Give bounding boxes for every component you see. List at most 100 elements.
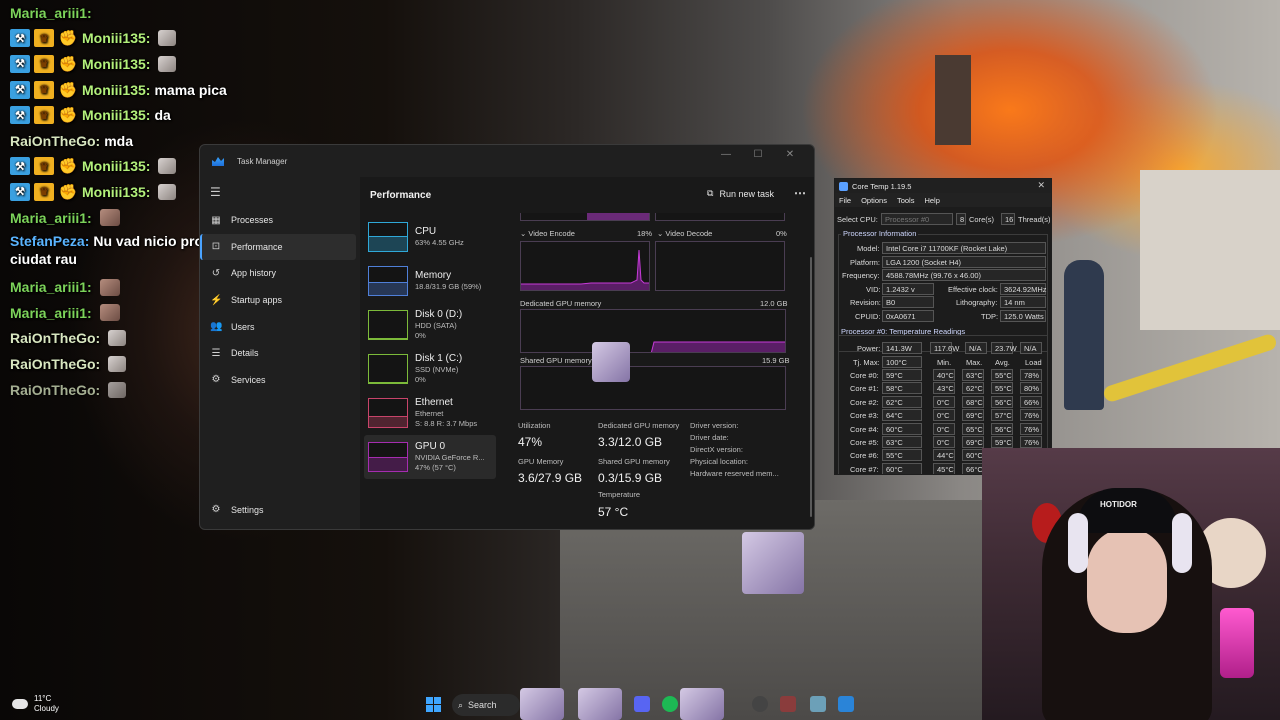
task-manager-taskbar-icon[interactable]: [838, 696, 854, 712]
chat-emote: [108, 381, 127, 398]
resource-item-disk-0-d[interactable]: Disk 0 (D:) HDD (SATA) 0%: [364, 303, 496, 347]
shared-mem-stat-value: 0.3/15.9 GB: [598, 471, 663, 485]
menu-options[interactable]: Options: [861, 196, 887, 205]
weather-temp: 11°C: [34, 694, 52, 703]
more-options-icon[interactable]: ⋯: [794, 186, 806, 200]
chat-username[interactable]: Maria_ariii1:: [10, 279, 92, 295]
chat-username[interactable]: StefanPeza:: [10, 233, 89, 249]
nav-item-details[interactable]: ☰ Details: [200, 340, 360, 367]
tdp-label: TDP:: [981, 312, 999, 321]
nav-item-app-history[interactable]: ↺ App history: [200, 260, 360, 287]
nav-item-processes[interactable]: ▦ Processes: [200, 207, 360, 234]
start-button-windows-icon[interactable]: [426, 697, 441, 712]
maximize-icon[interactable]: ☐: [742, 145, 774, 163]
core-max-value: 68°C: [962, 395, 984, 408]
cpuid-value: 0xA0671: [882, 310, 934, 322]
chat-badges: ⚒ ♛ ✊: [10, 54, 78, 73]
panel-scrollbar[interactable]: [810, 257, 812, 517]
nav-item-performance[interactable]: ⊡ Performance: [200, 233, 356, 261]
core-label: Core #5:: [850, 438, 879, 447]
core-load-value: 76%: [1020, 409, 1042, 422]
nav-item-settings[interactable]: ⚙ Settings: [200, 496, 360, 523]
resource-item-gpu-0[interactable]: GPU 0 NVIDIA GeForce R... 47% (57 °C): [364, 435, 496, 479]
core-temp-titlebar[interactable]: Core Temp 1.19.5 ✕: [835, 179, 1051, 193]
background-house: [1140, 170, 1280, 330]
close-icon[interactable]: ✕: [1037, 180, 1045, 191]
chat-username[interactable]: Moniii135:: [82, 82, 150, 98]
close-icon[interactable]: ✕: [774, 145, 806, 163]
chat-username[interactable]: RaiOnTheGo:: [10, 382, 100, 398]
resource-item-memory[interactable]: Memory 18.8/31.9 GB (59%): [364, 259, 496, 303]
weather-widget[interactable]: 11°C Cloudy: [12, 694, 59, 714]
chat-emote: [108, 330, 127, 347]
column-header: Avg.: [995, 358, 1010, 367]
menu-tools[interactable]: Tools: [897, 196, 915, 205]
task-manager-app-icon: [212, 157, 224, 166]
hamburger-menu-icon[interactable]: ☰: [200, 177, 360, 207]
chat-username[interactable]: Moniii135:: [82, 30, 150, 46]
spotify-icon[interactable]: [662, 696, 678, 712]
resource-item-disk-1-c[interactable]: Disk 1 (C:) SSD (NVMe) 0%: [364, 347, 496, 391]
core-min-value: 44°C: [933, 449, 955, 462]
resource-name: Disk 0 (D:): [415, 309, 463, 320]
chat-username[interactable]: Moniii135:: [82, 158, 150, 174]
chat-emote: [158, 30, 177, 47]
menu-file[interactable]: File: [839, 196, 851, 205]
taskbar-search[interactable]: ⌕ Search: [452, 694, 520, 716]
run-new-task-button[interactable]: ⧉ Run new task: [707, 188, 774, 199]
select-cpu-dropdown[interactable]: Processor #0: [881, 213, 953, 225]
video-encode-line: [521, 249, 649, 290]
chat-username[interactable]: RaiOnTheGo:: [10, 330, 100, 346]
crown-badge-icon: ♛: [34, 182, 54, 201]
core-label: Core #4:: [850, 424, 879, 434]
resource-thumbnail-fill: [369, 235, 407, 251]
core-label: Core #2:: [850, 397, 879, 407]
resource-item-ethernet[interactable]: Ethernet Ethernet S: 8.8 R: 3.7 Mbps: [364, 391, 496, 435]
resource-thumbnail-graph: [368, 354, 408, 384]
resource-usage: 0%: [415, 331, 426, 340]
core-min-value: 0°C: [933, 395, 955, 408]
chat-username[interactable]: Maria_ariii1:: [10, 305, 92, 321]
chat-message: ⚒ ♛ ✊ Moniii135: da: [10, 102, 270, 128]
driver-info-label: Driver version:: [690, 421, 739, 430]
processes-icon: ▦: [211, 214, 221, 226]
chat-badges: ⚒ ♛ ✊: [10, 182, 78, 201]
revision-value: B0: [882, 296, 934, 308]
gpu-graph-copy-partial: [655, 213, 785, 221]
chat-username[interactable]: Moniii135:: [82, 56, 150, 72]
chat-username[interactable]: RaiOnTheGo:: [10, 133, 100, 149]
dedicated-memory-fill: [650, 341, 785, 352]
moderator-badge-icon: ⚒: [10, 80, 30, 99]
discord-icon[interactable]: [634, 696, 650, 712]
platform-value: LGA 1200 (Socket H4): [882, 256, 1046, 268]
chat-username[interactable]: Moniii135:: [82, 107, 150, 123]
nav-item-users[interactable]: 👥 Users: [200, 313, 360, 340]
power-value: 141.3W: [882, 342, 922, 354]
minimize-icon[interactable]: —: [710, 145, 742, 163]
task-manager-titlebar[interactable]: Task Manager — ☐ ✕: [200, 145, 814, 177]
chat-username[interactable]: Maria_ariii1:: [10, 5, 92, 21]
select-cpu-label: Select CPU:: [837, 215, 878, 224]
app-icon[interactable]: [810, 696, 826, 712]
nav-item-services[interactable]: ⚙ Services: [200, 367, 360, 394]
chat-emote: [99, 304, 120, 322]
hype-badge-icon: ✊: [58, 30, 78, 48]
resource-item-cpu[interactable]: CPU 63% 4.55 GHz: [364, 215, 496, 259]
nav-item-startup-apps[interactable]: ⚡ Startup apps: [200, 287, 360, 314]
app-icon[interactable]: [780, 696, 796, 712]
chat-username[interactable]: RaiOnTheGo:: [10, 356, 100, 372]
chat-username[interactable]: Moniii135:: [82, 184, 150, 200]
chat-username[interactable]: Maria_ariii1:: [10, 210, 92, 226]
crown-badge-icon: ♛: [34, 157, 54, 176]
core-max-value: 66°C: [962, 462, 984, 474]
menu-help[interactable]: Help: [924, 196, 939, 205]
streamer-face: [1087, 528, 1167, 633]
shared-mem-stat-label: Shared GPU memory: [598, 457, 670, 466]
chat-message: ⚒ ♛ ✊ Moniii135:: [10, 51, 270, 77]
threads-count: 16: [1001, 213, 1015, 225]
obs-icon[interactable]: [752, 696, 768, 712]
core-load-value: 76%: [1020, 436, 1042, 448]
core-temp-value: 62°C: [882, 395, 922, 408]
core-label: Core #3:: [850, 411, 879, 421]
crown-badge-icon: ♛: [34, 106, 54, 125]
